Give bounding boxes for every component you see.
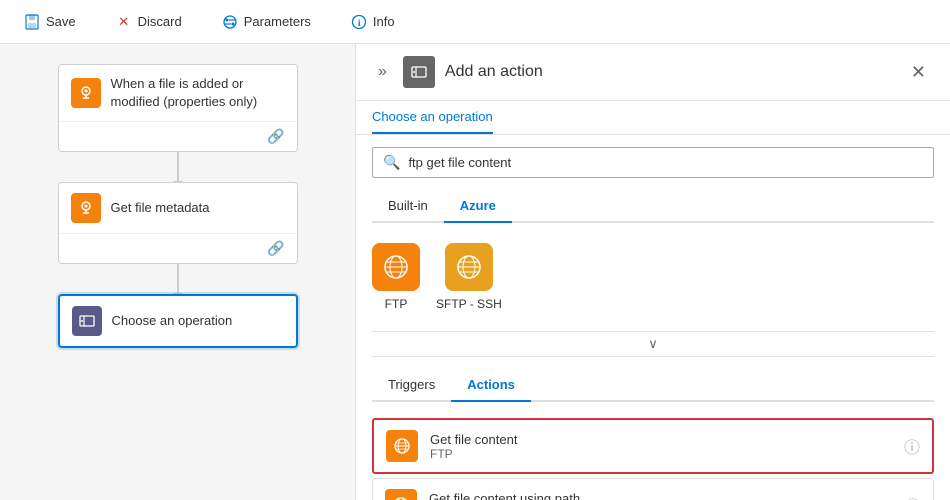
close-icon: ✕ <box>116 14 132 30</box>
get-file-content-sub: FTP <box>430 447 892 461</box>
action-tabs: Triggers Actions <box>372 369 934 402</box>
get-file-content-path-name: Get file content using path <box>429 491 893 500</box>
choose-op-header: Choose an operation <box>60 296 296 346</box>
choose-op-icon <box>72 306 102 336</box>
action-item-get-file-content[interactable]: Get file content FTP ⓘ <box>372 418 934 474</box>
sftp-connector[interactable]: SFTP - SSH <box>436 243 502 311</box>
tab-azure[interactable]: Azure <box>444 190 512 223</box>
info-circle-icon-1[interactable]: ⓘ <box>904 434 920 458</box>
main-content: When a file is added or modified (proper… <box>0 44 950 500</box>
get-metadata-icon <box>71 193 101 223</box>
get-metadata-node[interactable]: Get file metadata 🔗 <box>58 182 298 264</box>
choose-operation-tab[interactable]: Choose an operation <box>372 101 493 134</box>
trigger-node[interactable]: When a file is added or modified (proper… <box>58 64 298 152</box>
close-panel-button[interactable]: ✕ <box>903 58 934 87</box>
tab-built-in[interactable]: Built-in <box>372 190 444 223</box>
ftp-label: FTP <box>385 297 408 311</box>
choose-operation-node[interactable]: Choose an operation <box>58 294 298 348</box>
parameters-icon <box>222 14 238 30</box>
panel-header: » Add an action ✕ <box>356 44 950 101</box>
discard-button[interactable]: ✕ Discard <box>108 10 190 34</box>
ftp-connector[interactable]: FTP <box>372 243 420 311</box>
collapse-panel-icon[interactable]: » <box>372 57 393 87</box>
trigger-footer: 🔗 <box>59 121 297 151</box>
choose-op-title: Choose an operation <box>112 312 233 330</box>
parameters-button[interactable]: Parameters <box>214 10 319 34</box>
parameters-label: Parameters <box>244 14 311 29</box>
info-label: Info <box>373 14 395 29</box>
link-icon: 🔗 <box>267 128 284 145</box>
category-tabs: Built-in Azure <box>372 190 934 223</box>
discard-label: Discard <box>138 14 182 29</box>
action-list: Get file content FTP ⓘ <box>372 418 934 500</box>
trigger-title: When a file is added or modified (proper… <box>111 75 285 111</box>
panel-title: Add an action <box>445 63 543 81</box>
panel-action-icon <box>403 56 435 88</box>
sftp-label: SFTP - SSH <box>436 297 502 311</box>
connector-2 <box>177 264 179 294</box>
action-item-get-file-content-path[interactable]: Get file content using path FTP ⓘ <box>372 478 934 500</box>
save-label: Save <box>46 14 76 29</box>
flow-canvas: When a file is added or modified (proper… <box>0 44 355 500</box>
save-icon <box>24 14 40 30</box>
info-icon: i <box>351 14 367 30</box>
tab-actions[interactable]: Actions <box>451 369 531 402</box>
right-panel: » Add an action ✕ Choose an operation � <box>355 44 950 500</box>
expand-connectors-row[interactable]: ∨ <box>372 331 934 357</box>
get-file-content-info: Get file content FTP <box>430 432 892 461</box>
search-icon: 🔍 <box>383 154 400 171</box>
chevron-down-icon: ∨ <box>648 336 658 352</box>
info-button[interactable]: i Info <box>343 10 403 34</box>
toolbar: Save ✕ Discard Parameters i Info <box>0 0 950 44</box>
info-circle-icon-2[interactable]: ⓘ <box>905 493 921 500</box>
panel-header-left: » Add an action <box>372 56 543 88</box>
trigger-icon <box>71 78 101 108</box>
search-box: 🔍 <box>372 147 934 178</box>
svg-text:i: i <box>358 18 361 28</box>
link-icon-2: 🔗 <box>267 240 284 257</box>
panel-tabs: Choose an operation <box>356 101 950 135</box>
connectors-row: FTP SFTP - SSH <box>372 235 934 319</box>
get-metadata-footer: 🔗 <box>59 233 297 263</box>
search-input[interactable] <box>408 155 923 170</box>
tab-triggers[interactable]: Triggers <box>372 369 451 402</box>
connector-1 <box>177 152 179 182</box>
save-button[interactable]: Save <box>16 10 84 34</box>
get-metadata-title: Get file metadata <box>111 199 210 217</box>
get-file-content-path-icon <box>385 489 417 500</box>
get-file-content-path-info: Get file content using path FTP <box>429 491 893 500</box>
get-file-content-name: Get file content <box>430 432 892 447</box>
ftp-icon <box>372 243 420 291</box>
trigger-node-header: When a file is added or modified (proper… <box>59 65 297 121</box>
panel-body: 🔍 Built-in Azure <box>356 135 950 500</box>
get-file-content-icon <box>386 430 418 462</box>
sftp-icon <box>445 243 493 291</box>
get-metadata-header: Get file metadata <box>59 183 297 233</box>
